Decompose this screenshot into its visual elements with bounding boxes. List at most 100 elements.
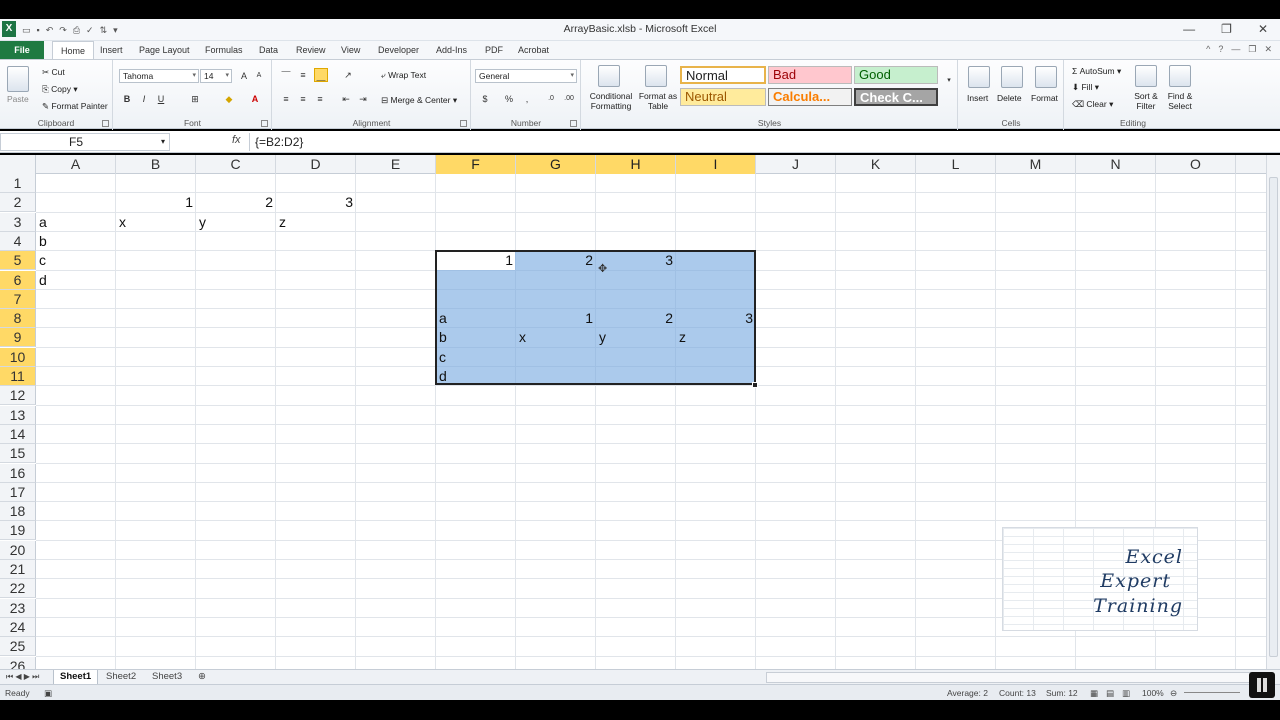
tab-review[interactable]: Review <box>296 41 326 59</box>
merge-center-button[interactable]: ⊟ Merge & Center ▾ <box>381 95 457 106</box>
conditional-formatting-button[interactable]: Conditional Formatting <box>585 91 637 111</box>
row-header-15[interactable]: 15 <box>0 444 36 464</box>
cell-h8[interactable]: 2 <box>596 309 676 328</box>
row-header-7[interactable]: 7 <box>0 289 36 309</box>
wrap-text-button[interactable]: ⤶ Wrap Text <box>381 70 426 81</box>
cell-b2[interactable]: 1 <box>116 193 196 212</box>
zoom-level[interactable]: 100% <box>1142 688 1164 698</box>
align-right-icon[interactable]: ≡ <box>313 92 327 106</box>
tab-developer[interactable]: Developer <box>378 41 419 59</box>
align-center-icon[interactable]: ≡ <box>296 92 310 106</box>
sheet-tab-sheet3[interactable]: Sheet3 <box>146 670 188 685</box>
row-header-1[interactable]: 1 <box>0 174 36 193</box>
row-header-3[interactable]: 3 <box>0 212 36 232</box>
pause-icon[interactable] <box>1249 672 1275 698</box>
align-top-icon[interactable]: ⎺ <box>279 68 293 82</box>
row-header-5[interactable]: 5 <box>0 251 36 271</box>
page-layout-view-icon[interactable]: ▤ <box>1106 688 1114 699</box>
row-header-10[interactable]: 10 <box>0 347 36 367</box>
row-header-18[interactable]: 18 <box>0 502 36 522</box>
row-header-20[interactable]: 20 <box>0 540 36 560</box>
cell-g5[interactable]: 2 <box>516 251 596 270</box>
percent-icon[interactable]: % <box>502 92 516 106</box>
name-box[interactable]: F5 ▾ <box>0 133 170 151</box>
column-header-d[interactable]: D <box>276 155 356 174</box>
tab-add-ins[interactable]: Add-Ins <box>436 41 467 59</box>
row-header-22[interactable]: 22 <box>0 579 36 599</box>
currency-icon[interactable]: $ <box>478 92 492 106</box>
align-left-icon[interactable]: ≡ <box>279 92 293 106</box>
autosum-button[interactable]: Σ AutoSum ▾ <box>1072 66 1121 77</box>
italic-icon[interactable]: I <box>137 92 151 106</box>
format-as-table-icon[interactable] <box>645 65 667 87</box>
help-icon[interactable]: ? <box>1218 44 1223 55</box>
vertical-scroll-thumb[interactable] <box>1269 177 1278 657</box>
format-cells-button[interactable]: Format <box>1031 93 1058 103</box>
shrink-font-icon[interactable]: A <box>252 69 266 83</box>
tab-pdf[interactable]: PDF <box>485 41 503 59</box>
font-name-select[interactable]: Tahoma ▾ <box>119 69 199 83</box>
sort-filter-icon[interactable] <box>1135 65 1157 87</box>
tab-page-layout[interactable]: Page Layout <box>139 41 190 59</box>
workbook-restore-icon[interactable]: ❐ <box>1248 44 1256 55</box>
column-header-a[interactable]: A <box>36 155 116 174</box>
cell-i8[interactable]: 3 <box>676 309 756 328</box>
tab-file[interactable]: File <box>0 41 44 59</box>
column-header-c[interactable]: C <box>196 155 276 174</box>
column-header-m[interactable]: M <box>996 155 1076 174</box>
insert-function-button[interactable]: fx <box>232 134 241 146</box>
increase-indent-icon[interactable]: ⇥ <box>356 92 370 106</box>
font-launcher-icon[interactable] <box>261 120 268 127</box>
formula-input[interactable]: {=B2:D2} <box>249 133 1268 151</box>
cell-f10[interactable]: c <box>436 348 516 367</box>
tab-acrobat[interactable]: Acrobat <box>518 41 549 59</box>
column-header-n[interactable]: N <box>1076 155 1156 174</box>
horizontal-scrollbar[interactable] <box>766 672 1266 683</box>
tab-view[interactable]: View <box>341 41 360 59</box>
row-header-17[interactable]: 17 <box>0 482 36 502</box>
format-as-table-button[interactable]: Format as Table <box>636 91 680 111</box>
clipboard-launcher-icon[interactable] <box>102 120 109 127</box>
style-neutral[interactable]: Neutral <box>680 88 766 106</box>
row-header-2[interactable]: 2 <box>0 193 36 213</box>
clear-button[interactable]: ⌫ Clear ▾ <box>1072 99 1113 110</box>
row-header-23[interactable]: 23 <box>0 598 36 618</box>
cell-a6[interactable]: d <box>36 271 116 290</box>
column-header-o[interactable]: O <box>1156 155 1236 174</box>
styles-more-icon[interactable]: ▾ <box>942 74 956 88</box>
cell-f8[interactable]: a <box>436 309 516 328</box>
insert-sheet-icon[interactable]: ⊕ <box>192 670 212 685</box>
column-header-i[interactable]: I <box>676 155 756 174</box>
column-header-e[interactable]: E <box>356 155 436 174</box>
row-header-6[interactable]: 6 <box>0 270 36 290</box>
cell-c3[interactable]: y <box>196 213 276 232</box>
cell-h5[interactable]: 3 <box>596 251 676 270</box>
align-middle-icon[interactable]: ≡ <box>296 68 310 82</box>
cell-c2[interactable]: 2 <box>196 193 276 212</box>
worksheet-grid[interactable]: ABCDEFGHIJKLMNO 123axyzbcd123a123bxyzcd … <box>0 155 1266 669</box>
row-header-24[interactable]: 24 <box>0 617 36 637</box>
find-select-button[interactable]: Find & Select <box>1163 91 1197 111</box>
sort-filter-button[interactable]: Sort & Filter <box>1129 91 1163 111</box>
fill-handle[interactable] <box>752 382 758 388</box>
cell-f9[interactable]: b <box>436 328 516 347</box>
row-header-4[interactable]: 4 <box>0 231 36 251</box>
orientation-icon[interactable]: ↗ <box>341 68 355 82</box>
restore-icon[interactable]: ❐ <box>1221 22 1232 36</box>
align-bottom-icon[interactable]: ⎽ <box>314 68 328 82</box>
row-header-25[interactable]: 25 <box>0 637 36 657</box>
number-format-select[interactable]: General ▾ <box>475 69 577 83</box>
row-header-12[interactable]: 12 <box>0 386 36 406</box>
row-header-11[interactable]: 11 <box>0 367 36 386</box>
number-launcher-icon[interactable] <box>570 120 577 127</box>
row-header-26[interactable]: 26 <box>0 656 36 669</box>
font-color-icon[interactable]: A <box>248 92 262 106</box>
cut-button[interactable]: ✂ Cut <box>42 67 65 78</box>
row-header-14[interactable]: 14 <box>0 424 36 444</box>
column-header-h[interactable]: H <box>596 155 676 174</box>
alignment-launcher-icon[interactable] <box>460 120 467 127</box>
style-calculation[interactable]: Calcula... <box>768 88 852 106</box>
bold-icon[interactable]: B <box>120 92 134 106</box>
row-header-13[interactable]: 13 <box>0 405 36 425</box>
workbook-close-icon[interactable]: ✕ <box>1264 44 1272 55</box>
